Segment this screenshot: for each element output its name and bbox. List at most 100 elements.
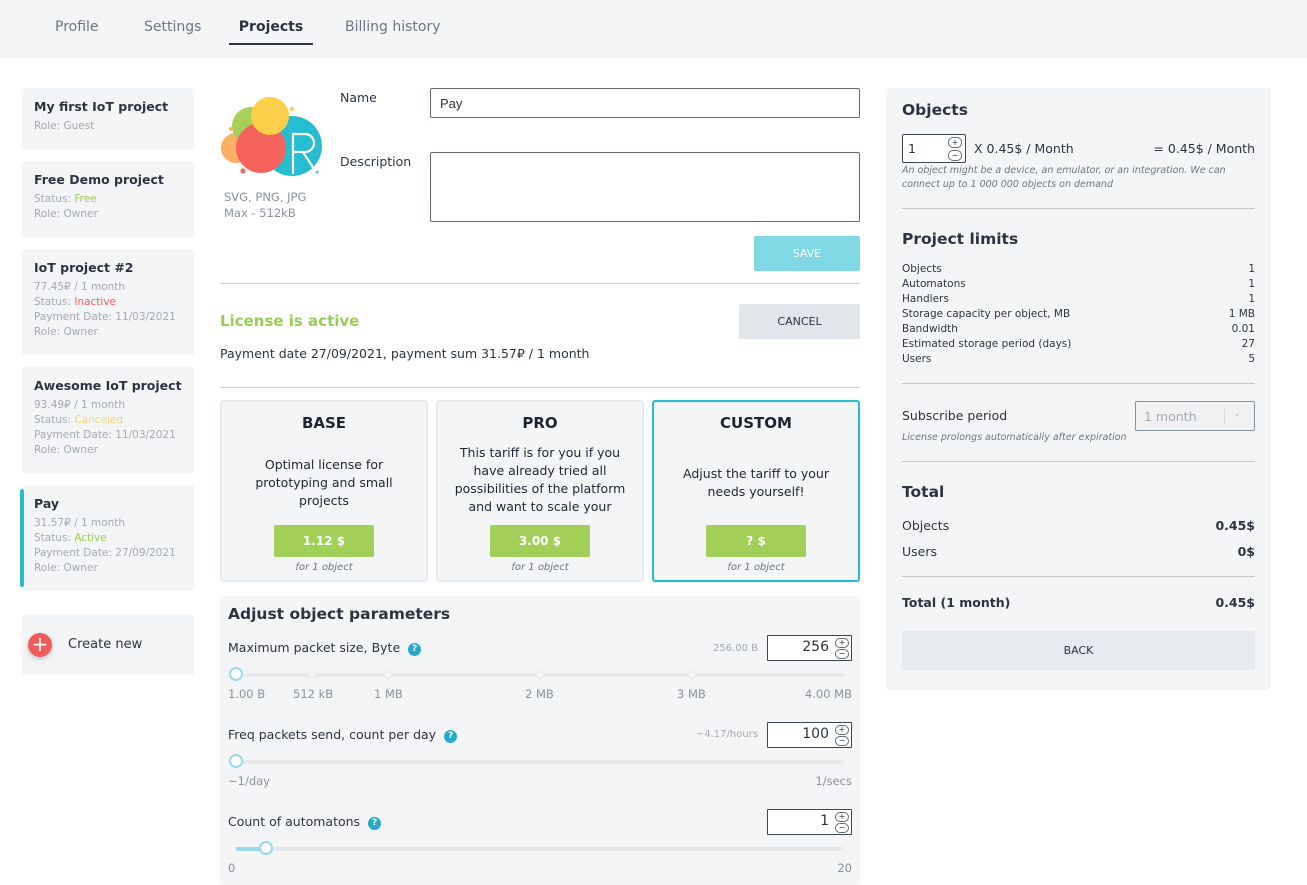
slider-tick: 3 MB: [677, 687, 706, 701]
increment-icon[interactable]: +: [835, 638, 849, 648]
slider-thumb[interactable]: [259, 841, 274, 855]
description-label: Description: [340, 154, 412, 169]
packet-size-hint: 256.00 B: [712, 643, 758, 654]
total-row: Objects 0.45$: [902, 518, 1255, 533]
slider-mark: [536, 671, 544, 679]
slider-tick: 512 kB: [293, 687, 334, 701]
limit-label: Handlers: [902, 293, 949, 305]
slider-thumb[interactable]: [229, 667, 243, 681]
status-badge: Inactive: [74, 296, 117, 308]
project-card-iot-2[interactable]: IoT project #2 77.45₽ / 1 month Status: …: [22, 249, 194, 355]
limit-row: Handlers 1: [902, 293, 1255, 308]
tab-profile[interactable]: Profile: [55, 17, 99, 45]
project-title: Pay: [34, 496, 60, 511]
project-role: Role: Owner: [34, 562, 98, 574]
tariff-note: for 1 object: [727, 562, 785, 573]
select-separator: [1224, 409, 1225, 424]
project-title: My first IoT project: [34, 99, 169, 114]
objects-count-stepper[interactable]: 1 + −: [902, 134, 966, 163]
params-title: Adjust object parameters: [228, 605, 451, 623]
slider-tick: 1.00 B: [228, 687, 266, 701]
logo-circle-yellow: [251, 97, 289, 135]
freq-stepper[interactable]: 100 + −: [767, 722, 852, 748]
objects-count-value[interactable]: 1: [908, 141, 916, 156]
slider-thumb[interactable]: [229, 754, 243, 768]
increment-icon[interactable]: +: [948, 137, 962, 148]
help-icon[interactable]: ?: [444, 730, 458, 743]
packet-size-stepper[interactable]: 256 + −: [767, 635, 852, 661]
project-card-free-demo[interactable]: Free Demo project Status: Free Role: Own…: [22, 161, 194, 237]
limits-title: Project limits: [902, 230, 1019, 248]
divider: [220, 387, 860, 388]
slider-tick: 4.00 MB: [804, 687, 852, 701]
create-new-project-button[interactable]: + Create new: [22, 615, 194, 675]
freq-value[interactable]: 100: [802, 726, 829, 742]
total-title: Total: [902, 483, 945, 501]
increment-icon[interactable]: +: [835, 725, 849, 735]
decrement-icon[interactable]: −: [948, 150, 962, 161]
save-button[interactable]: SAVE: [754, 236, 860, 271]
chevron-down-icon[interactable]: ⌄: [1233, 408, 1241, 419]
limit-label: Estimated storage period (days): [902, 338, 1072, 350]
decrement-icon[interactable]: −: [835, 649, 849, 659]
description-input[interactable]: [430, 152, 860, 222]
tariff-price-button[interactable]: 3.00 $: [490, 525, 590, 557]
tariff-price-button[interactable]: 1.12 $: [274, 525, 374, 557]
tariff-card-custom[interactable]: CUSTOM Adjust the tariff to your needs y…: [652, 400, 860, 582]
subscribe-period-select[interactable]: 1 month ⌄: [1135, 401, 1255, 431]
help-icon[interactable]: ?: [368, 817, 382, 830]
tariff-name: CUSTOM: [720, 414, 792, 432]
freq-hint: ~4.17/hours: [695, 729, 758, 740]
slider-max-label: 20: [837, 861, 852, 875]
logo-formats: SVG, PNG, JPG: [224, 190, 307, 204]
name-input[interactable]: [430, 88, 860, 118]
project-card-pay[interactable]: Pay 31.57₽ / 1 month Status: Active Paym…: [20, 485, 194, 591]
divider: [902, 576, 1255, 577]
subscribe-period-label: Subscribe period: [902, 408, 1008, 423]
project-role: Role: Guest: [34, 120, 95, 132]
decrement-icon[interactable]: −: [835, 823, 849, 833]
total-label: Users: [902, 544, 938, 559]
automatons-slider[interactable]: [236, 841, 844, 855]
help-icon[interactable]: ?: [408, 643, 422, 656]
limit-row: Automatons 1: [902, 278, 1255, 293]
packet-size-value[interactable]: 256: [802, 639, 829, 655]
slider-min-label: ~1/day: [228, 774, 270, 788]
logo-hint: SVG, PNG, JPG Max - 512kB: [224, 189, 306, 221]
project-card-my-first-iot[interactable]: My first IoT project Role: Guest: [22, 88, 194, 149]
limit-value: 1 MB: [1228, 308, 1255, 320]
increment-icon[interactable]: +: [835, 812, 849, 822]
packet-size-slider[interactable]: [229, 667, 844, 681]
object-parameters-panel: Adjust object parameters Maximum packet …: [220, 596, 860, 885]
divider: [902, 461, 1255, 462]
divider: [902, 383, 1255, 384]
cancel-license-button[interactable]: CANCEL: [739, 304, 860, 339]
back-button[interactable]: BACK: [902, 631, 1255, 670]
divider: [220, 283, 860, 284]
status-label: Status:: [34, 296, 75, 308]
tab-projects[interactable]: Projects: [229, 17, 313, 45]
status-label: Status:: [34, 414, 75, 426]
objects-result-price: = 0.45$ / Month: [1153, 141, 1255, 156]
objects-unit-price: X 0.45$ / Month: [974, 141, 1074, 156]
project-status: Status: Active: [34, 531, 182, 546]
slider-tick: 2 MB: [525, 687, 554, 701]
automatons-value[interactable]: 1: [820, 813, 829, 829]
freq-slider[interactable]: [229, 754, 844, 768]
automatons-stepper[interactable]: 1 + −: [767, 809, 852, 835]
tariff-card-pro[interactable]: PRO This tariff is for you if you have a…: [436, 400, 644, 582]
tab-billing-history[interactable]: Billing history: [345, 17, 441, 45]
tariff-card-base[interactable]: BASE Optimal license for prototyping and…: [220, 400, 428, 582]
decrement-icon[interactable]: −: [835, 736, 849, 746]
project-role: Role: Owner: [34, 444, 98, 456]
project-title: Free Demo project: [34, 172, 164, 187]
project-logo-upload[interactable]: [218, 96, 322, 180]
subscribe-note: License prolongs automatically after exp…: [902, 432, 1127, 443]
project-role: Role: Owner: [34, 208, 98, 220]
tab-settings[interactable]: Settings: [144, 17, 201, 45]
project-card-awesome-iot[interactable]: Awesome IoT project 93.49₽ / 1 month Sta…: [22, 367, 194, 473]
packet-size-label: Maximum packet size, Byte?: [228, 640, 422, 656]
project-status: Status: Canceled: [34, 413, 182, 428]
tariff-price-button[interactable]: ? $: [706, 525, 806, 557]
slider-tick: 1 MB: [374, 687, 403, 701]
